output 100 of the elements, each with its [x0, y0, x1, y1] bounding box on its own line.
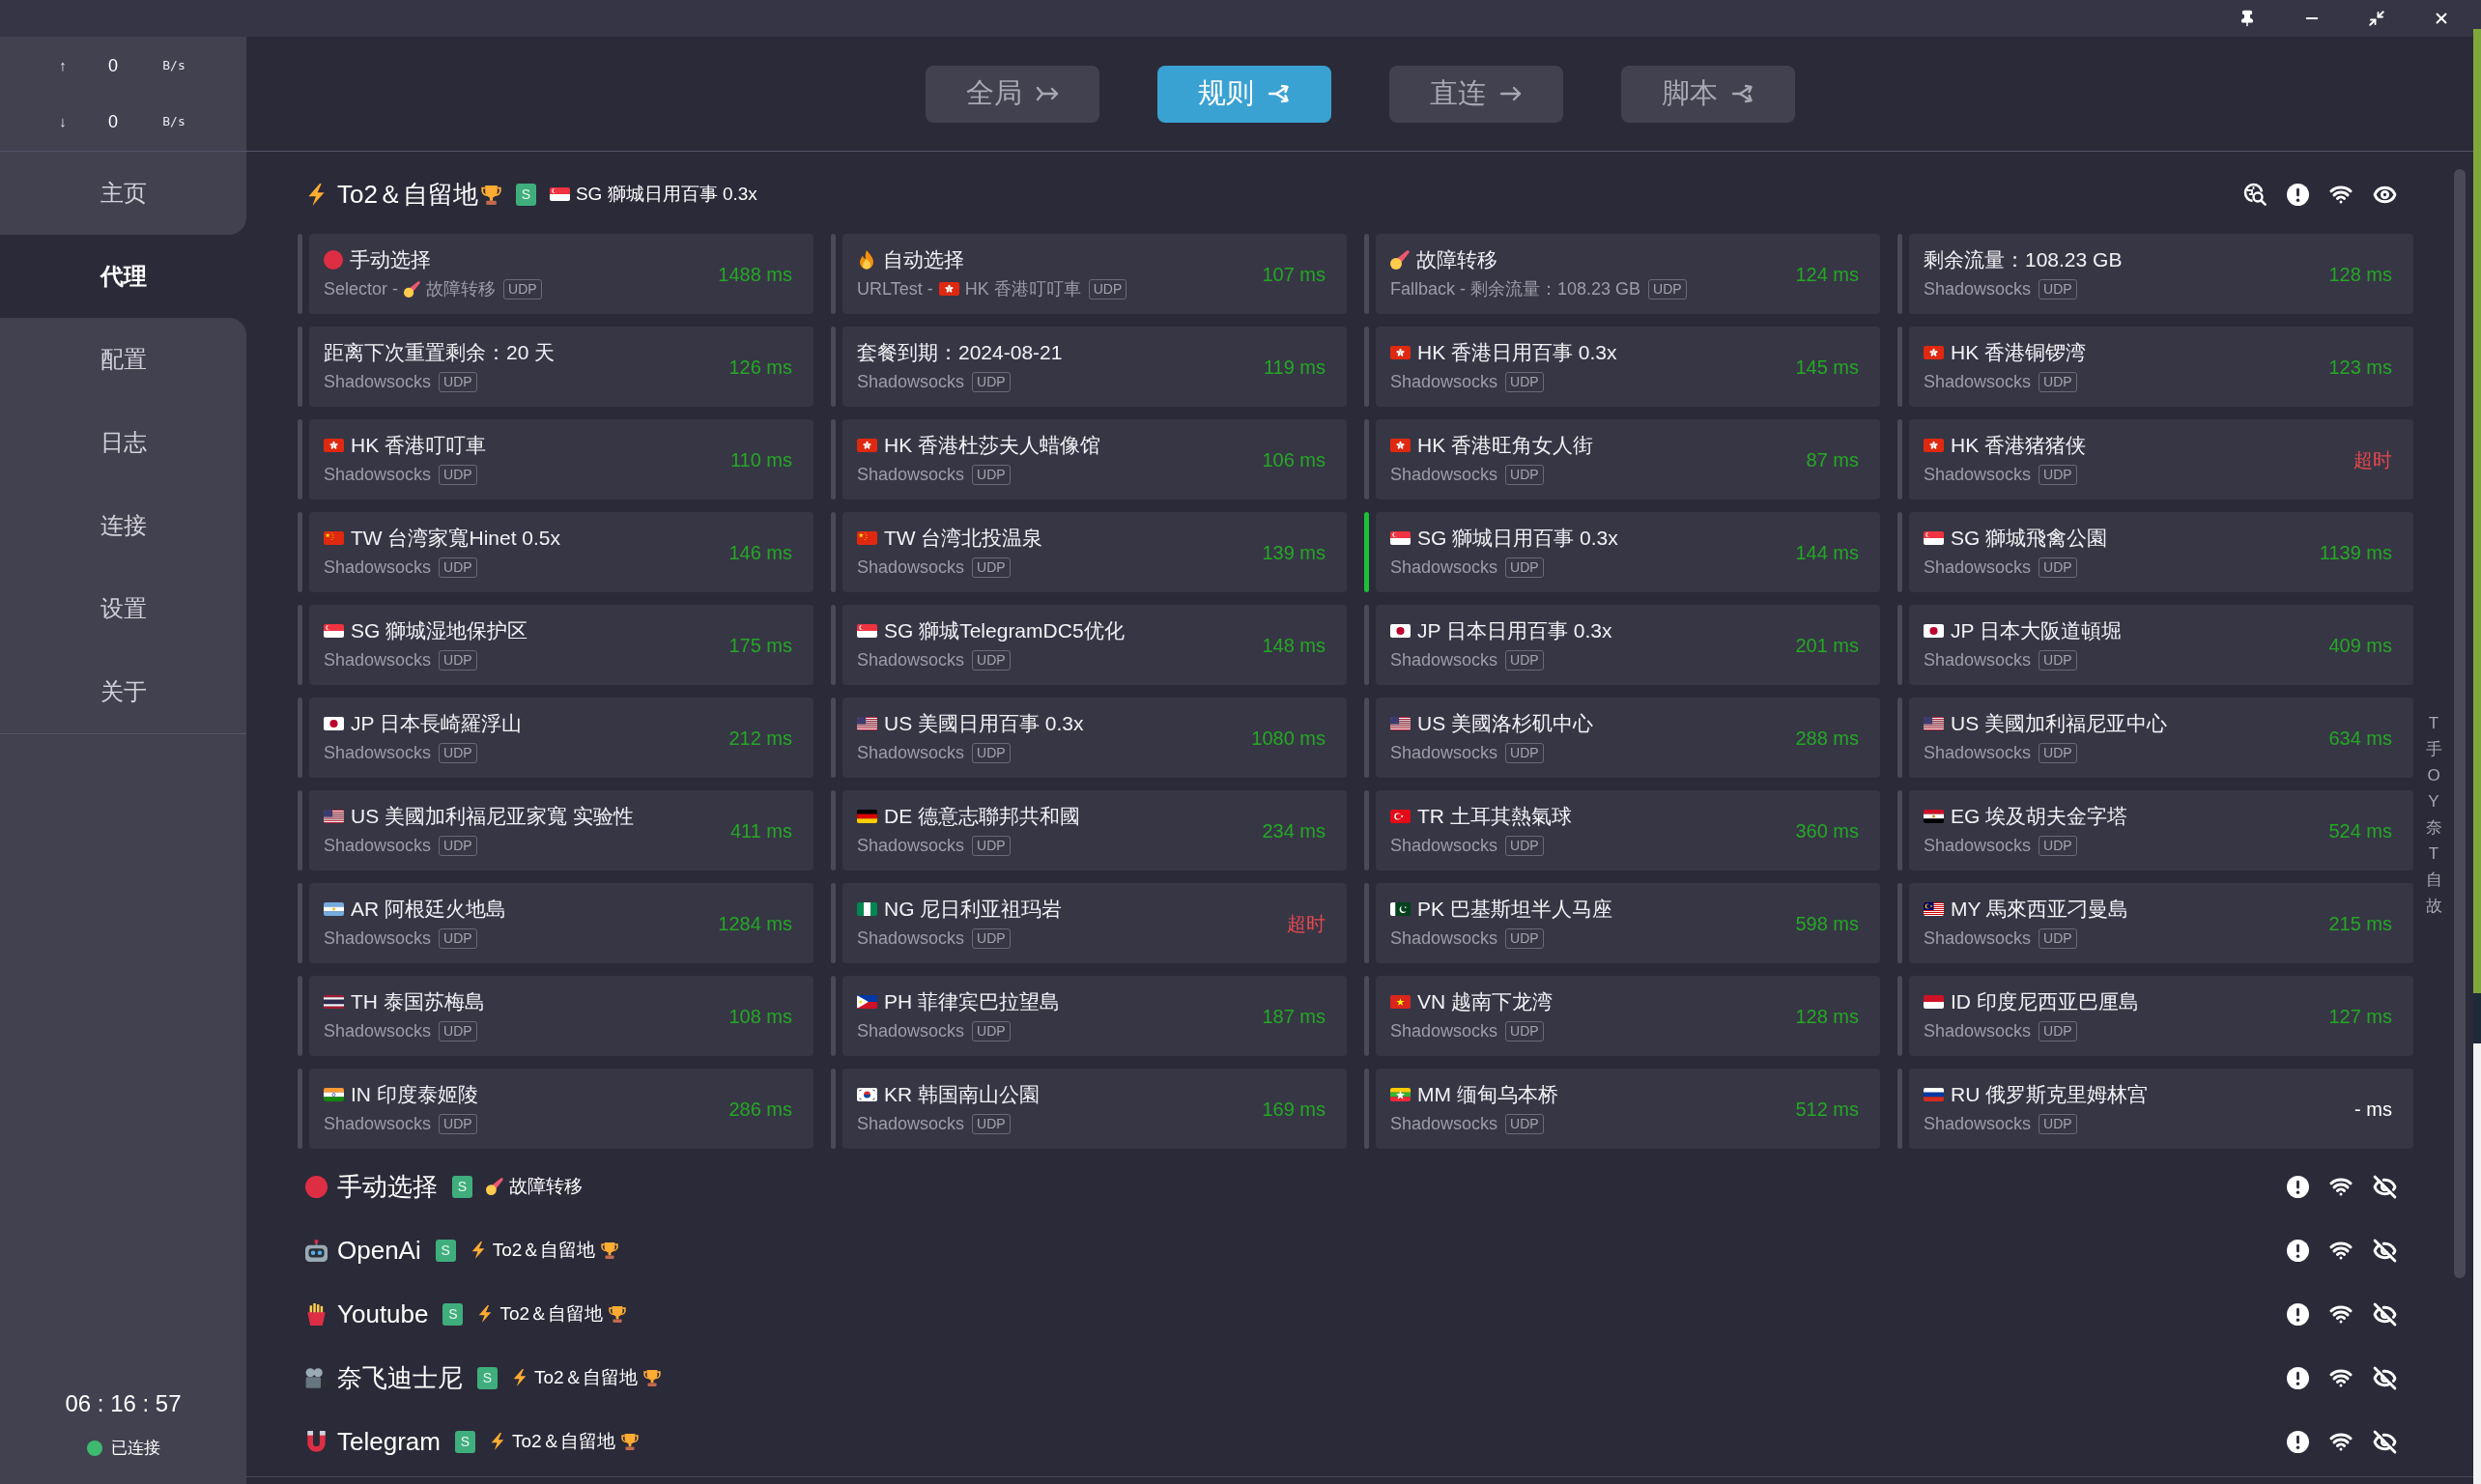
- proxy-card[interactable]: TH 泰国苏梅島 Shadowsocks UDP 108 ms: [309, 976, 813, 1056]
- group-name[interactable]: Youtube: [337, 1298, 429, 1330]
- nav-item[interactable]: 配置: [0, 318, 246, 401]
- index-letter[interactable]: O: [2427, 761, 2440, 788]
- proxy-card[interactable]: HK 香港叮叮車 Shadowsocks UDP 110 ms: [309, 419, 813, 499]
- flag-icon: [1390, 995, 1411, 1009]
- nav-item[interactable]: 主页: [0, 152, 246, 235]
- index-letter[interactable]: T: [2428, 709, 2439, 736]
- index-letter[interactable]: Y: [2428, 787, 2439, 814]
- proxy-name: KR 韩国南山公園: [884, 1082, 1040, 1107]
- eye-off-icon[interactable]: [2373, 1429, 2397, 1454]
- alert-icon[interactable]: [2287, 1366, 2309, 1389]
- proxy-card[interactable]: KR 韩国南山公園 Shadowsocks UDP 169 ms: [842, 1069, 1347, 1149]
- eye-off-icon[interactable]: [2373, 1365, 2397, 1390]
- proxy-card[interactable]: NG 尼日利亚祖玛岩 Shadowsocks UDP 超时: [842, 883, 1347, 963]
- proxy-card[interactable]: 剩余流量：108.23 GB Shadowsocks UDP 128 ms: [1909, 234, 2413, 314]
- alert-icon[interactable]: [2287, 1175, 2309, 1198]
- proxy-card[interactable]: PK 巴基斯坦半人马座 Shadowsocks UDP 598 ms: [1376, 883, 1880, 963]
- proxy-card[interactable]: TW 台湾家寬Hinet 0.5x Shadowsocks UDP 146 ms: [309, 512, 813, 592]
- pin-icon[interactable]: [2239, 10, 2256, 27]
- alert-icon[interactable]: [2287, 1239, 2309, 1262]
- eye-off-icon[interactable]: [2373, 1301, 2397, 1327]
- proxy-card[interactable]: HK 香港旺角女人街 Shadowsocks UDP 87 ms: [1376, 419, 1880, 499]
- delay-text: 634 ms: [2328, 726, 2392, 751]
- proxy-card[interactable]: SG 獅城飛禽公園 Shadowsocks UDP 1139 ms: [1909, 512, 2413, 592]
- proxy-card[interactable]: 距离下次重置剩余：20 天 Shadowsocks UDP 126 ms: [309, 327, 813, 407]
- proxy-card[interactable]: RU 俄罗斯克里姆林宫 Shadowsocks UDP - ms: [1909, 1069, 2413, 1149]
- nav-item[interactable]: 连接: [0, 484, 246, 567]
- nav-item[interactable]: 设置: [0, 567, 246, 650]
- group-name[interactable]: Telegram: [337, 1425, 441, 1458]
- alert-icon[interactable]: [2287, 1430, 2309, 1453]
- udp-tag: UDP: [972, 464, 1011, 485]
- proxy-card[interactable]: SG 獅城湿地保护区 Shadowsocks UDP 175 ms: [309, 605, 813, 685]
- proxy-card[interactable]: MM 缅甸乌本桥 Shadowsocks UDP 512 ms: [1376, 1069, 1880, 1149]
- group-name[interactable]: 奈飞迪士尼: [337, 1361, 463, 1394]
- group-name[interactable]: 手动选择: [337, 1170, 438, 1203]
- flag-icon: [1924, 995, 1944, 1009]
- proxy-card[interactable]: JP 日本大阪道頓堀 Shadowsocks UDP 409 ms: [1909, 605, 2413, 685]
- proxy-card[interactable]: HK 香港日用百事 0.3x Shadowsocks UDP 145 ms: [1376, 327, 1880, 407]
- shrink-icon[interactable]: [2368, 10, 2385, 27]
- proxy-type: Shadowsocks: [1924, 928, 2032, 950]
- proxy-card[interactable]: EG 埃及胡夫金字塔 Shadowsocks UDP 524 ms: [1909, 790, 2413, 870]
- group-name[interactable]: OpenAi: [337, 1234, 421, 1267]
- proxy-card[interactable]: TW 台湾北投温泉 Shadowsocks UDP 139 ms: [842, 512, 1347, 592]
- mode-tab[interactable]: 直连: [1388, 65, 1563, 123]
- proxy-card[interactable]: TR 土耳其熱氣球 Shadowsocks UDP 360 ms: [1376, 790, 1880, 870]
- proxy-card[interactable]: 故障转移 Fallback - 剩余流量：108.23 GB UDP 124 ms: [1376, 234, 1880, 314]
- index-letter[interactable]: 奈: [2425, 813, 2442, 841]
- proxy-card[interactable]: JP 日本日用百事 0.3x Shadowsocks UDP 201 ms: [1376, 605, 1880, 685]
- dot-icon: [305, 1175, 328, 1198]
- proxy-card[interactable]: US 美國洛杉矶中心 Shadowsocks UDP 288 ms: [1376, 698, 1880, 778]
- proxy-card[interactable]: US 美國加利福尼亚家寬 实验性 Shadowsocks UDP 411 ms: [309, 790, 813, 870]
- proxy-card[interactable]: SG 獅城日用百事 0.3x Shadowsocks UDP 144 ms: [1376, 512, 1880, 592]
- proxy-name: SG 獅城日用百事 0.3x: [1417, 526, 1618, 551]
- search-icon[interactable]: [2243, 183, 2267, 206]
- nav-item[interactable]: 关于: [0, 650, 246, 733]
- mode-tab[interactable]: 全局: [925, 65, 1099, 123]
- proxy-card[interactable]: 手动选择 Selector - 故障转移 UDP 1488 ms: [309, 234, 813, 314]
- proxy-card[interactable]: US 美國加利福尼亚中心 Shadowsocks UDP 634 ms: [1909, 698, 2413, 778]
- proxy-card[interactable]: AR 阿根廷火地島 Shadowsocks UDP 1284 ms: [309, 883, 813, 963]
- alert-icon[interactable]: [2287, 183, 2309, 206]
- nav-item[interactable]: 日志: [0, 401, 246, 484]
- delay-text: 110 ms: [729, 447, 792, 472]
- proxy-card[interactable]: US 美國日用百事 0.3x Shadowsocks UDP 1080 ms: [842, 698, 1347, 778]
- proxy-type: Shadowsocks: [324, 1020, 432, 1042]
- proxy-card[interactable]: VN 越南下龙湾 Shadowsocks UDP 128 ms: [1376, 976, 1880, 1056]
- index-letter[interactable]: 手: [2425, 735, 2442, 762]
- proxy-card[interactable]: 自动选择 URLTest - HK 香港叮叮車 UDP 107 ms: [842, 234, 1347, 314]
- alert-icon[interactable]: [2287, 1302, 2309, 1326]
- mode-tab[interactable]: 脚本: [1620, 65, 1795, 123]
- flag-icon: [857, 810, 877, 823]
- eye-off-icon[interactable]: [2373, 1174, 2397, 1199]
- udp-tag: UDP: [439, 1020, 477, 1042]
- proxy-card[interactable]: JP 日本長崎羅浮山 Shadowsocks UDP 212 ms: [309, 698, 813, 778]
- speed-unit: B/s: [161, 113, 186, 131]
- proxy-card[interactable]: PH 菲律宾巴拉望島 Shadowsocks UDP 187 ms: [842, 976, 1347, 1056]
- proxy-card[interactable]: 套餐到期：2024-08-21 Shadowsocks UDP 119 ms: [842, 327, 1347, 407]
- proxy-card[interactable]: DE 德意志聯邦共和國 Shadowsocks UDP 234 ms: [842, 790, 1347, 870]
- udp-tag: UDP: [2039, 464, 2077, 485]
- udp-tag: UDP: [503, 278, 542, 300]
- index-letter[interactable]: 故: [2425, 892, 2442, 919]
- proxy-card[interactable]: HK 香港杜莎夫人蜡像馆 Shadowsocks UDP 106 ms: [842, 419, 1347, 499]
- proxy-card[interactable]: HK 香港猪猪侠 Shadowsocks UDP 超时: [1909, 419, 2413, 499]
- proxy-card[interactable]: ID 印度尼西亚巴厘島 Shadowsocks UDP 127 ms: [1909, 976, 2413, 1056]
- scrollbar[interactable]: [2454, 169, 2466, 1278]
- proxy-card[interactable]: SG 獅城TelegramDC5优化 Shadowsocks UDP 148 ms: [842, 605, 1347, 685]
- dot-icon: [324, 250, 343, 270]
- index-letter[interactable]: 自: [2425, 866, 2442, 893]
- udp-tag: UDP: [1505, 371, 1544, 392]
- proxy-name: US 美國加利福尼亚家寬 实验性: [351, 804, 634, 829]
- proxy-type: Shadowsocks: [857, 371, 965, 393]
- delay-text: 360 ms: [1795, 818, 1859, 843]
- comet-icon: [1390, 250, 1410, 270]
- udp-tag: UDP: [2039, 835, 2077, 856]
- eye-off-icon[interactable]: [2373, 1238, 2397, 1263]
- proxy-card[interactable]: HK 香港铜锣湾 Shadowsocks UDP 123 ms: [1909, 327, 2413, 407]
- proxy-card[interactable]: IN 印度泰姬陵 Shadowsocks UDP 286 ms: [309, 1069, 813, 1149]
- proxy-card[interactable]: MY 馬來西亚刁曼島 Shadowsocks UDP 215 ms: [1909, 883, 2413, 963]
- index-letter[interactable]: T: [2428, 840, 2439, 867]
- group-name[interactable]: To2＆自留地: [337, 178, 478, 211]
